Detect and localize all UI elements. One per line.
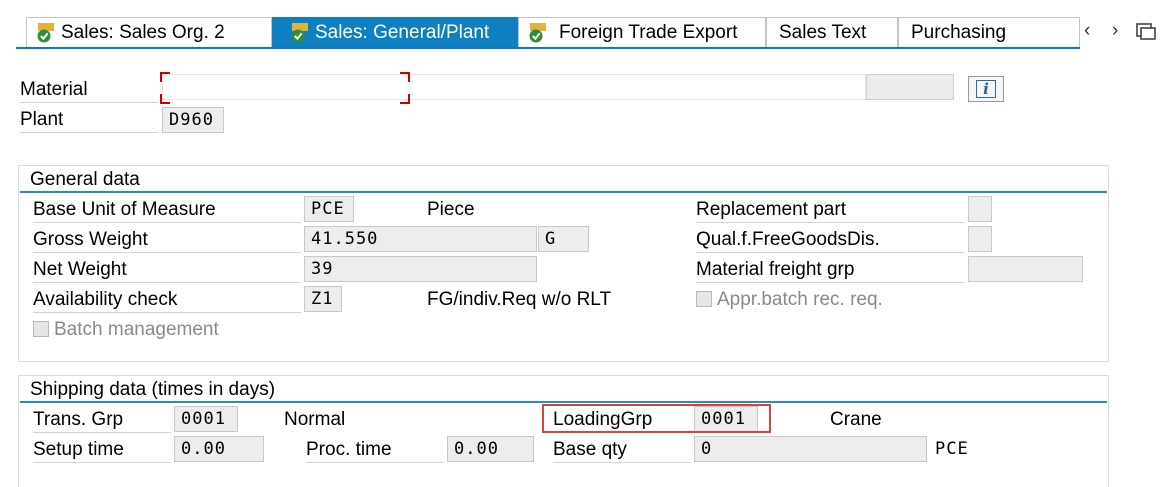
group-divider (20, 191, 1107, 193)
shipping-data-title: Shipping data (times in days) (30, 379, 276, 400)
gross-weight-field[interactable]: 41.550 (304, 226, 537, 252)
tab-label: Foreign Trade Export (559, 22, 738, 43)
required-marker (160, 72, 170, 82)
proc-time-field[interactable]: 0.00 (447, 436, 534, 462)
tab-foreign-trade-export[interactable]: Foreign Trade Export (518, 17, 766, 47)
qual-free-goods-label: Qual.f.FreeGoodsDis. (696, 228, 964, 253)
net-weight-label: Net Weight (33, 258, 301, 283)
check-doc-icon (529, 23, 546, 43)
setup-time-label: Setup time (33, 438, 171, 463)
base-qty-unit: PCE (935, 439, 969, 459)
tab-purchasing[interactable]: Purchasing (898, 17, 1080, 47)
check-doc-icon (291, 23, 308, 43)
setup-time-field[interactable]: 0.00 (174, 436, 264, 462)
required-marker (400, 94, 410, 104)
base-uom-label: Base Unit of Measure (33, 198, 301, 223)
availability-check-label: Availability check (33, 288, 301, 313)
batch-management-label: Batch management (54, 319, 219, 340)
trans-grp-field[interactable]: 0001 (174, 406, 238, 432)
appr-batch-checkbox[interactable] (696, 291, 712, 307)
group-divider (20, 401, 1107, 403)
prev-tab-button[interactable]: ‹ (1084, 17, 1090, 45)
tab-sales-org-2[interactable]: Sales: Sales Org. 2 (26, 17, 272, 47)
replacement-part-field[interactable] (968, 196, 992, 222)
tab-list-icon[interactable] (1136, 22, 1156, 40)
material-input[interactable] (162, 74, 866, 100)
info-icon: i (976, 80, 996, 98)
trans-grp-label: Trans. Grp (33, 408, 171, 433)
tab-label: Sales: General/Plant (315, 22, 490, 43)
highlight-box (542, 404, 771, 433)
qual-free-goods-field[interactable] (968, 226, 992, 252)
replacement-part-label: Replacement part (696, 198, 964, 223)
base-uom-field[interactable]: PCE (304, 196, 354, 222)
material-label: Material (20, 78, 158, 103)
general-data-title: General data (30, 169, 140, 190)
next-tab-button[interactable]: › (1112, 17, 1118, 45)
net-weight-field[interactable]: 39 (304, 256, 537, 282)
tab-sales-general-plant[interactable]: Sales: General/Plant (272, 17, 518, 47)
loading-grp-text: Crane (830, 409, 882, 430)
base-qty-field[interactable]: 0 (694, 436, 927, 462)
material-freight-grp-field[interactable] (968, 256, 1083, 282)
proc-time-label: Proc. time (306, 438, 444, 463)
chevron-left-icon: ‹ (1084, 20, 1091, 41)
material-freight-grp-label: Material freight grp (696, 258, 964, 283)
plant-label: Plant (20, 108, 158, 133)
check-doc-icon (37, 23, 54, 43)
availability-check-text: FG/indiv.Req w/o RLT (427, 289, 612, 310)
base-uom-text: Piece (427, 199, 475, 220)
trans-grp-text: Normal (284, 409, 346, 430)
appr-batch-label: Appr.batch rec. req. (717, 289, 883, 310)
base-qty-label: Base qty (553, 438, 691, 463)
availability-check-field[interactable]: Z1 (304, 286, 342, 312)
info-button[interactable]: i (968, 76, 1004, 102)
required-marker (160, 94, 170, 104)
tab-label: Purchasing (911, 22, 1007, 43)
batch-management-checkbox[interactable] (33, 321, 49, 337)
material-description-field (866, 74, 954, 100)
chevron-right-icon: › (1112, 20, 1119, 41)
weight-unit-field[interactable]: G (538, 226, 589, 252)
tab-label: Sales Text (779, 22, 867, 43)
plant-field[interactable]: D960 (162, 107, 224, 133)
gross-weight-label: Gross Weight (33, 228, 301, 253)
required-marker (400, 72, 410, 82)
tab-sales-text[interactable]: Sales Text (766, 17, 898, 47)
tab-label: Sales: Sales Org. 2 (61, 22, 225, 43)
